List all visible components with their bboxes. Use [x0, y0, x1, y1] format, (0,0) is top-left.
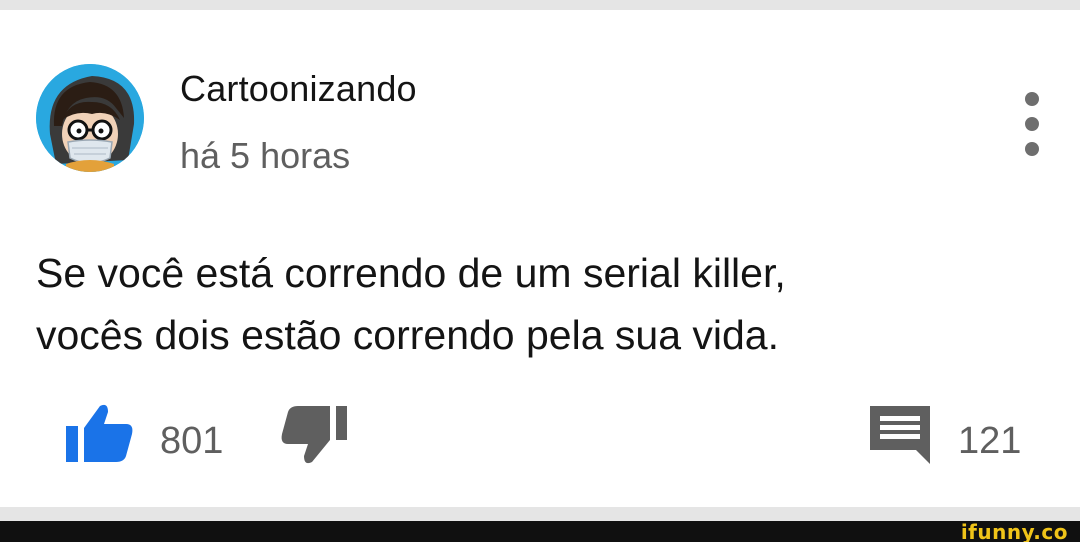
like-count: 801 — [160, 420, 224, 462]
comment-timestamp: há 5 horas — [180, 135, 351, 176]
more-vertical-icon-dot — [1025, 117, 1039, 131]
dislike-button[interactable] — [280, 404, 350, 466]
reply-button[interactable] — [868, 404, 932, 464]
more-options-button[interactable] — [1018, 92, 1046, 156]
reply-count: 121 — [958, 420, 1022, 462]
like-button[interactable] — [64, 402, 134, 462]
comment-card: Cartoonizando há 5 horas Se você está co… — [0, 10, 1080, 507]
comment-text-line: vocês dois estão correndo pela sua vida. — [36, 312, 780, 358]
more-vertical-icon — [1025, 92, 1039, 106]
footer-bar — [0, 521, 1080, 542]
avatar[interactable] — [36, 64, 144, 172]
author-name[interactable]: Cartoonizando — [180, 68, 417, 110]
thumbs-up-icon — [66, 404, 133, 462]
ifunny-watermark: ifunny.co — [960, 520, 1068, 542]
comment-icon — [870, 406, 930, 464]
comment-text-line: Se você está correndo de um serial kille… — [36, 250, 786, 296]
comment-text: Se você está correndo de um serial kille… — [36, 242, 1036, 366]
thumbs-down-icon — [281, 406, 347, 464]
more-vertical-icon-dot — [1025, 142, 1039, 156]
